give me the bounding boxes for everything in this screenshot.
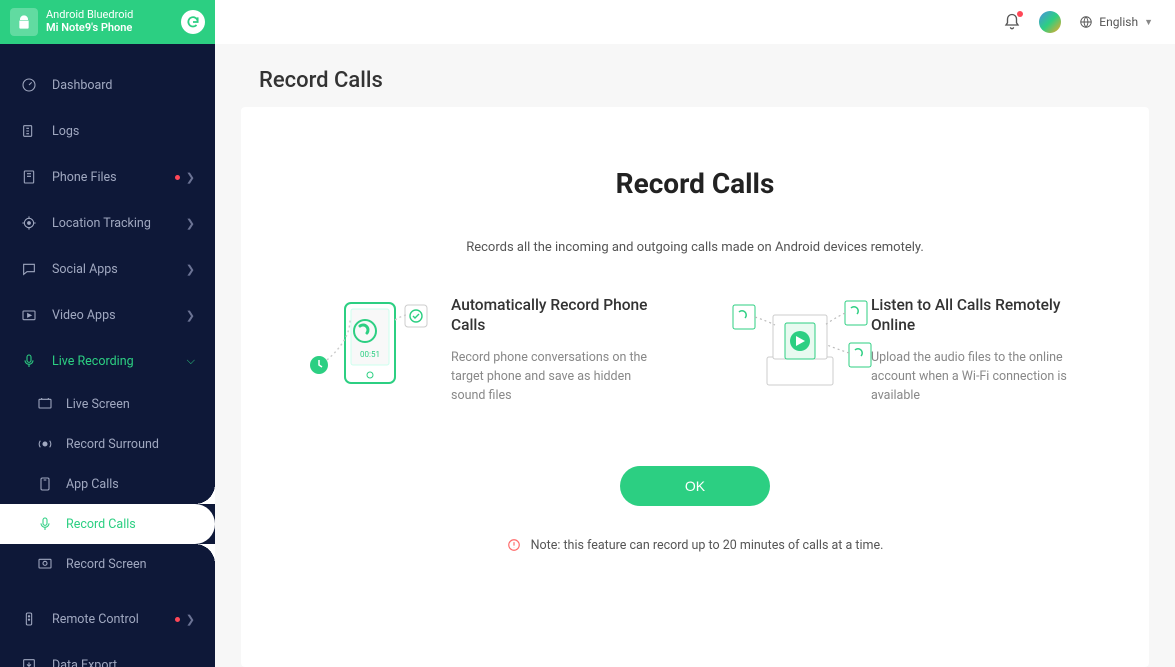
sub-record-screen[interactable]: Record Screen — [0, 544, 215, 584]
upload-listen-illustration — [725, 295, 855, 395]
nav-label: Dashboard — [52, 78, 195, 93]
nav-label: Record Screen — [66, 557, 147, 572]
sub-record-surround[interactable]: Record Surround — [0, 424, 215, 464]
feature-desc: Record phone conversations on the target… — [451, 349, 665, 405]
card-title: Record Calls — [281, 167, 1109, 200]
nav-label: Record Calls — [66, 517, 136, 532]
warning-icon — [507, 538, 521, 552]
caret-down-icon: ▼ — [1144, 17, 1153, 28]
svg-text:00:51: 00:51 — [360, 350, 380, 359]
sub-live-screen[interactable]: Live Screen — [0, 384, 215, 424]
nav-data-export[interactable]: Data Export — [0, 642, 215, 667]
notification-dot — [175, 175, 180, 180]
sub-app-calls[interactable]: App Calls — [0, 464, 215, 504]
screen-icon — [36, 395, 54, 413]
language-label: English — [1099, 15, 1138, 29]
record-calls-icon — [36, 515, 54, 533]
gauge-icon — [20, 76, 38, 94]
notification-dot — [1017, 11, 1023, 17]
ok-button[interactable]: OK — [620, 466, 770, 506]
export-icon — [20, 656, 38, 667]
chevron-right-icon: ❯ — [186, 171, 195, 184]
phone-record-illustration: 00:51 — [305, 295, 435, 395]
nav-label: Live Screen — [66, 397, 130, 412]
content-card: Record Calls Records all the incoming an… — [241, 107, 1149, 667]
chevron-right-icon: ❯ — [186, 217, 195, 230]
record-screen-icon — [36, 555, 54, 573]
chat-icon — [20, 260, 38, 278]
notification-dot — [175, 617, 180, 622]
nav-label: Live Recording — [52, 354, 187, 369]
nav-remote-control[interactable]: Remote Control ❯ — [0, 596, 215, 642]
files-icon — [20, 168, 38, 186]
nav-logs[interactable]: Logs — [0, 108, 215, 154]
nav-label: Record Surround — [66, 437, 159, 452]
sub-record-calls[interactable]: Record Calls — [0, 504, 215, 544]
topbar: English ▼ — [215, 0, 1175, 44]
notifications-button[interactable] — [1003, 13, 1021, 31]
phone-app-icon — [36, 475, 54, 493]
note-row: Note: this feature can record up to 20 m… — [281, 538, 1109, 553]
chevron-right-icon: ❯ — [186, 263, 195, 276]
globe-avatar-icon[interactable] — [1039, 11, 1061, 33]
note-text: Note: this feature can record up to 20 m… — [531, 538, 884, 553]
nav-label: App Calls — [66, 477, 119, 492]
target-icon — [20, 214, 38, 232]
android-icon — [10, 8, 38, 36]
mic-icon — [20, 352, 38, 370]
chevron-right-icon: ❯ — [186, 309, 195, 322]
main: English ▼ Record Calls Record Calls Reco… — [215, 0, 1175, 667]
sync-icon[interactable] — [181, 10, 205, 34]
nav-dashboard[interactable]: Dashboard — [0, 62, 215, 108]
feature-title: Listen to All Calls Remotely Online — [871, 295, 1085, 335]
chevron-right-icon: ❯ — [186, 613, 195, 626]
nav-video[interactable]: Video Apps ❯ — [0, 292, 215, 338]
nav-label: Phone Files — [52, 170, 175, 185]
nav-label: Remote Control — [52, 612, 175, 627]
nav-label: Social Apps — [52, 262, 186, 277]
device-header[interactable]: Android Bluedroid Mi Note9's Phone — [0, 0, 215, 44]
feature-title: Automatically Record Phone Calls — [451, 295, 665, 335]
page-title: Record Calls — [215, 44, 1175, 107]
nav: Dashboard Logs Phone Files ❯ Location Tr… — [0, 44, 215, 667]
device-info: Android Bluedroid Mi Note9's Phone — [46, 9, 181, 34]
card-subtitle: Records all the incoming and outgoing ca… — [281, 240, 1109, 255]
feature-auto-record: 00:51 Automatically Record Phone Calls R… — [305, 295, 665, 406]
features-row: 00:51 Automatically Record Phone Calls R… — [281, 295, 1109, 406]
nav-location[interactable]: Location Tracking ❯ — [0, 200, 215, 246]
surround-icon — [36, 435, 54, 453]
nav-live-recording[interactable]: Live Recording ⌵ — [0, 338, 215, 384]
globe-icon — [1079, 15, 1093, 29]
video-apps-icon — [20, 306, 38, 324]
device-subname: Mi Note9's Phone — [46, 22, 181, 35]
remote-icon — [20, 610, 38, 628]
chevron-down-icon: ⌵ — [187, 354, 195, 368]
feature-desc: Upload the audio files to the online acc… — [871, 349, 1085, 405]
nav-label: Logs — [52, 124, 195, 139]
language-selector[interactable]: English ▼ — [1079, 15, 1153, 29]
nav-label: Video Apps — [52, 308, 186, 323]
nav-phone-files[interactable]: Phone Files ❯ — [0, 154, 215, 200]
nav-label: Data Export — [52, 658, 195, 667]
sidebar: Android Bluedroid Mi Note9's Phone Dashb… — [0, 0, 215, 667]
feature-listen-online: Listen to All Calls Remotely Online Uplo… — [725, 295, 1085, 406]
nav-label: Location Tracking — [52, 216, 186, 231]
nav-social[interactable]: Social Apps ❯ — [0, 246, 215, 292]
logs-icon — [20, 122, 38, 140]
